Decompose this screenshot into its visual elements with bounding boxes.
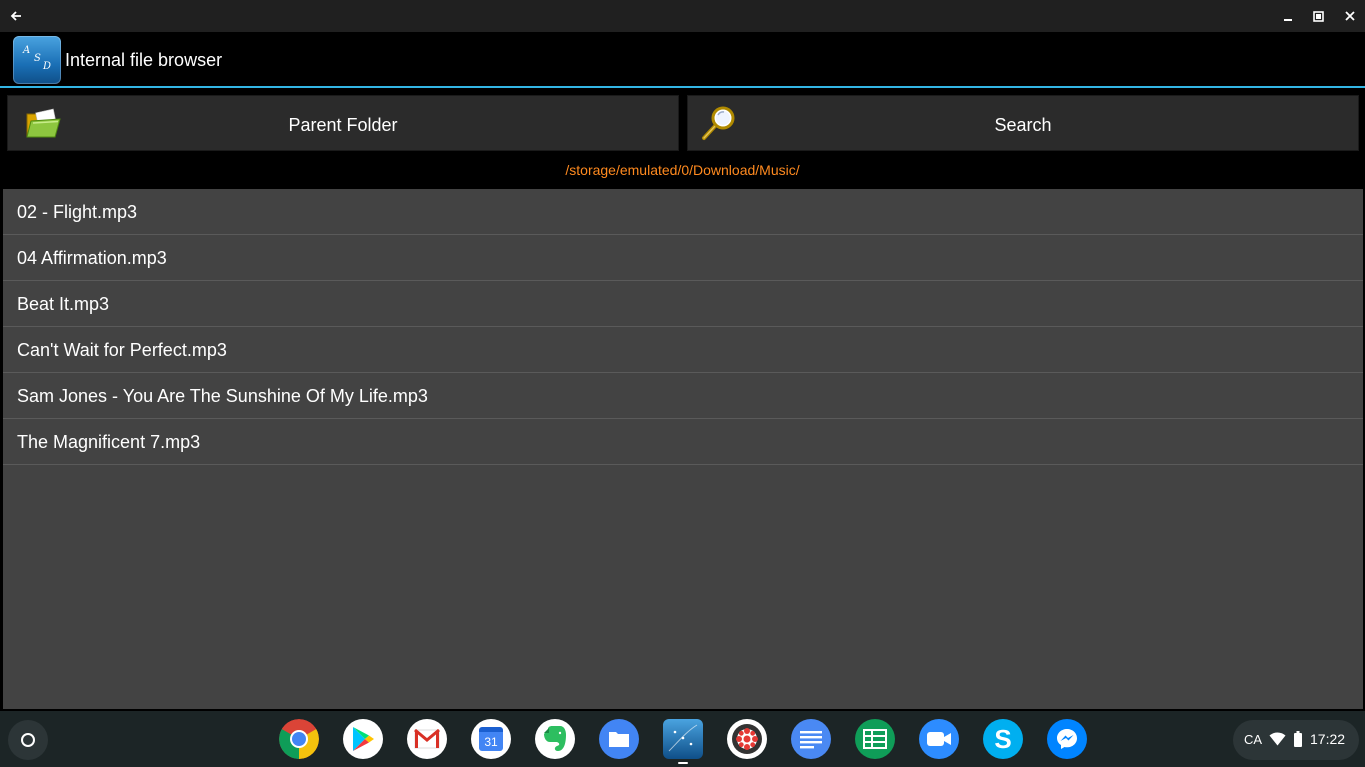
header-divider <box>0 86 1365 88</box>
active-app-indicator <box>678 762 688 764</box>
logo-letter: S <box>34 53 41 64</box>
file-row[interactable]: 02 - Flight.mp3 <box>3 189 1363 235</box>
file-row[interactable]: 04 Affirmation.mp3 <box>3 235 1363 281</box>
file-row[interactable]: The Magnificent 7.mp3 <box>3 419 1363 465</box>
play-store-icon[interactable] <box>343 719 383 759</box>
logo-letter: A <box>23 45 31 56</box>
search-label: Search <box>994 115 1052 135</box>
status-tray[interactable]: CA 17:22 <box>1233 720 1359 760</box>
chrome-logo <box>279 719 319 759</box>
wifi-icon <box>1269 732 1286 746</box>
maximize-button[interactable] <box>1306 4 1330 28</box>
elephant-logo <box>544 726 566 751</box>
file-name: 02 - Flight.mp3 <box>17 202 138 222</box>
skype-letter: S <box>994 723 1012 754</box>
current-path: /storage/emulated/0/Download/Music/ <box>565 162 800 178</box>
calendar-icon[interactable]: 31 <box>471 719 511 759</box>
chrome-icon[interactable] <box>279 719 319 759</box>
skype-icon[interactable]: S <box>983 719 1023 759</box>
close-icon <box>1345 11 1355 21</box>
messenger-icon[interactable] <box>1047 719 1087 759</box>
parent-folder-button[interactable]: Parent Folder <box>7 95 679 151</box>
messenger-bolt <box>1057 729 1077 749</box>
folder-shape <box>609 732 629 747</box>
arrow-left-icon <box>10 11 21 21</box>
zoom-icon[interactable] <box>919 719 959 759</box>
close-button[interactable] <box>1338 4 1362 28</box>
launcher-button[interactable] <box>8 720 48 760</box>
file-name: Beat It.mp3 <box>17 294 110 314</box>
file-name: Sam Jones - You Are The Sunshine Of My L… <box>17 386 428 406</box>
file-row[interactable]: Can't Wait for Perfect.mp3 <box>3 327 1363 373</box>
back-button[interactable] <box>4 4 28 28</box>
sheets-icon[interactable] <box>855 719 895 759</box>
aperture-wheel <box>732 724 762 754</box>
file-name: Can't Wait for Perfect.mp3 <box>17 340 227 360</box>
calendar-date: 31 <box>479 727 503 751</box>
window-titlebar <box>0 0 1365 32</box>
file-name: The Magnificent 7.mp3 <box>17 432 201 452</box>
logo-letter: D <box>43 61 52 72</box>
file-name: 04 Affirmation.mp3 <box>17 248 167 268</box>
file-row[interactable]: Beat It.mp3 <box>3 281 1363 327</box>
app-logo: A S D <box>13 36 61 84</box>
aperture-app-icon[interactable] <box>727 719 767 759</box>
docs-icon[interactable] <box>791 719 831 759</box>
launcher-circle-icon <box>21 733 35 747</box>
evernote-icon[interactable] <box>535 719 575 759</box>
minimize-icon <box>1284 19 1292 21</box>
search-button[interactable]: Search <box>687 95 1359 151</box>
asd-app-icon[interactable] <box>663 719 703 759</box>
file-list[interactable]: 02 - Flight.mp3 04 Affirmation.mp3 Beat … <box>3 189 1363 709</box>
app-title: Internal file browser <box>65 50 223 70</box>
sheets-grid <box>863 729 887 749</box>
restore-icon <box>1312 10 1324 22</box>
asd-letters <box>668 724 698 752</box>
shelf: 31 S CA 17:22 <box>0 711 1365 767</box>
parent-folder-label: Parent Folder <box>288 115 398 135</box>
input-language: CA <box>1244 732 1263 747</box>
file-row[interactable]: Sam Jones - You Are The Sunshine Of My L… <box>3 373 1363 419</box>
app-header: A S D Internal file browser <box>0 32 1365 86</box>
docs-lines <box>800 731 822 749</box>
gmail-icon[interactable] <box>407 719 447 759</box>
minimize-button[interactable] <box>1276 4 1300 28</box>
play-triangle <box>353 727 374 751</box>
video-camera <box>927 732 951 746</box>
clock: 17:22 <box>1310 731 1346 747</box>
files-icon[interactable] <box>599 719 639 759</box>
gmail-envelope <box>414 729 440 749</box>
screen: A S D Internal file browser Parent Folde… <box>0 0 1365 767</box>
battery-icon <box>1294 731 1302 747</box>
